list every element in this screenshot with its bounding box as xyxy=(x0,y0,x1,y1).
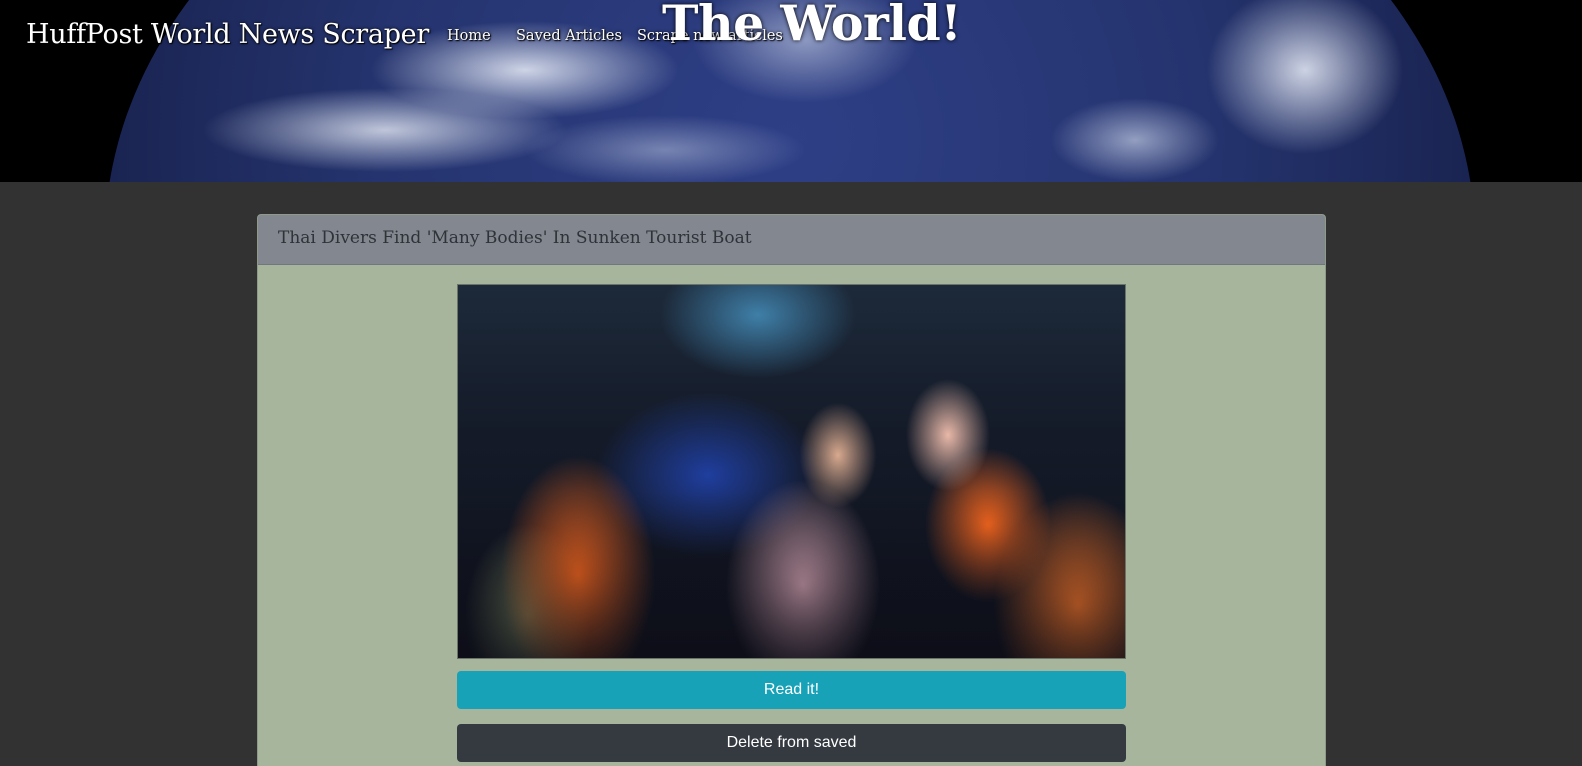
hero-title: The World! xyxy=(662,0,962,52)
hero-header: HuffPost World News Scraper Home Saved A… xyxy=(0,0,1582,182)
read-article-button[interactable]: Read it! xyxy=(457,671,1126,709)
nav-home-link[interactable]: Home xyxy=(447,28,491,44)
saved-article-card: Thai Divers Find 'Many Bodies' In Sunken… xyxy=(257,214,1326,766)
delete-from-saved-button[interactable]: Delete from saved xyxy=(457,724,1126,762)
nav-saved-articles-link[interactable]: Saved Articles xyxy=(516,28,622,44)
article-title: Thai Divers Find 'Many Bodies' In Sunken… xyxy=(258,215,1325,265)
brand-logo-link[interactable]: HuffPost World News Scraper xyxy=(26,19,429,50)
article-image xyxy=(457,284,1126,659)
